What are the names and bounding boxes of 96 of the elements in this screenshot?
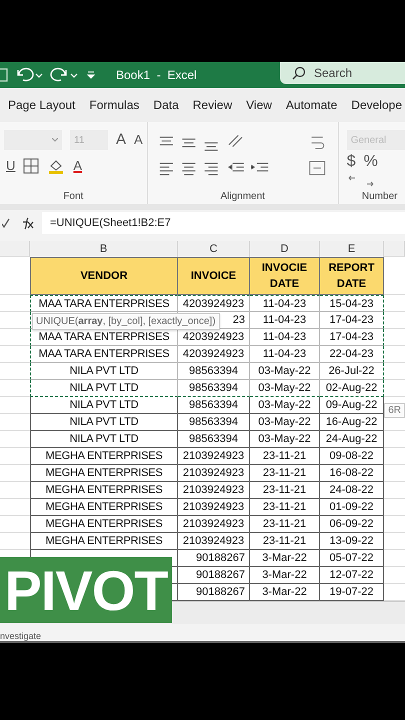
table-cell: 2103924923: [178, 533, 250, 550]
size-tooltip: 6R: [384, 403, 405, 418]
table-header-cell: REPORT DATE: [320, 257, 384, 295]
table-cell: NILA PVT LTD: [30, 414, 178, 431]
function-tooltip: UNIQUE(array, [by_col], [exactly_once]): [32, 313, 220, 330]
grow-font-button[interactable]: A: [116, 132, 126, 148]
table-cell: 23-11-21: [250, 533, 320, 550]
table-cell: MAA TARA ENTERPRISES: [30, 346, 178, 363]
table-cell: 03-May-22: [250, 414, 320, 431]
table-cell: MEGHA ENTERPRISES: [30, 448, 178, 465]
pivot-caption: PIVOT: [0, 557, 172, 623]
percent-button[interactable]: %: [364, 154, 378, 170]
table-cell: 01-09-22: [320, 499, 384, 516]
currency-button[interactable]: $: [346, 154, 356, 170]
table-cell: MAA TARA ENTERPRISES: [30, 295, 178, 312]
table-cell: 17-04-23: [320, 329, 384, 346]
table-cell: MEGHA ENTERPRISES: [30, 482, 178, 499]
status-text: nvestigate: [0, 631, 42, 641]
table-cell: MEGHA ENTERPRISES: [30, 499, 178, 516]
table-cell: MEGHA ENTERPRISES: [30, 533, 178, 550]
table-header-cell: VENDOR: [30, 257, 178, 295]
table-cell: 98563394: [178, 414, 250, 431]
group-label: Font: [62, 191, 84, 202]
ribbon-tab[interactable]: Review: [192, 98, 232, 112]
borders-icon[interactable]: [23, 158, 40, 174]
formula-field[interactable]: =UNIQUE(Sheet1!B2:E7: [42, 212, 405, 234]
table-cell: MEGHA ENTERPRISES: [30, 516, 178, 533]
table-cell: NILA PVT LTD: [30, 363, 178, 380]
table-cell: 16-Aug-22: [320, 414, 384, 431]
table-cell: 23-11-21: [250, 482, 320, 499]
table-cell: NILA PVT LTD: [30, 380, 178, 397]
table-cell: 03-May-22: [250, 397, 320, 414]
ribbon-tab[interactable]: Formulas: [89, 98, 140, 112]
table-cell: 16-08-22: [320, 465, 384, 482]
table-cell: 03-May-22: [250, 431, 320, 448]
font-color-button[interactable]: A: [73, 158, 82, 174]
table-cell: 98563394: [178, 397, 250, 414]
fill-color-icon[interactable]: [47, 158, 66, 174]
group-label: Number: [360, 191, 398, 202]
table-cell: 23-11-21: [250, 465, 320, 482]
table-cell: 06-09-22: [320, 516, 384, 533]
table-cell: 3-Mar-22: [250, 550, 320, 567]
table-cell: 24-Aug-22: [320, 431, 384, 448]
customize-icon[interactable]: [86, 70, 96, 80]
table-cell: 05-07-22: [320, 550, 384, 567]
ribbon-tab[interactable]: Automate: [286, 98, 338, 112]
table-cell: 90188267: [178, 567, 250, 584]
table-cell: 09-08-22: [320, 448, 384, 465]
ribbon-tab[interactable]: Data: [153, 98, 179, 112]
table-cell: 11-04-23: [250, 346, 320, 363]
table-cell: MEGHA ENTERPRISES: [30, 465, 178, 482]
table-cell: 22-04-23: [320, 346, 384, 363]
table-cell: 4203924923: [178, 346, 250, 363]
search-field[interactable]: Search: [280, 62, 405, 84]
table-header-cell: INVOICE: [178, 257, 250, 295]
redo-icon[interactable]: [50, 67, 80, 83]
table-cell: 26-Jul-22: [320, 363, 384, 380]
table-cell: 03-May-22: [250, 380, 320, 397]
table-cell: 11-04-23: [250, 312, 320, 329]
table-cell: 03-May-22: [250, 363, 320, 380]
ribbon-tab[interactable]: View: [246, 98, 272, 112]
table-cell: 2103924923: [178, 482, 250, 499]
table-cell: 90188267: [178, 550, 250, 567]
ribbon-tab[interactable]: Page Layout: [8, 98, 76, 112]
table-cell: 2103924923: [178, 516, 250, 533]
table-cell: NILA PVT LTD: [30, 431, 178, 448]
table-cell: 98563394: [178, 431, 250, 448]
table-cell: 13-09-22: [320, 533, 384, 550]
ribbon-tab[interactable]: Develope: [351, 98, 402, 112]
table-cell: 3-Mar-22: [250, 567, 320, 584]
table-cell: 11-04-23: [250, 329, 320, 346]
table-cell: 15-04-23: [320, 295, 384, 312]
table-cell: 4203924923: [178, 295, 250, 312]
table-cell: 24-08-22: [320, 482, 384, 499]
table-cell: 12-07-22: [320, 567, 384, 584]
table-cell: 98563394: [178, 380, 250, 397]
table-cell: 11-04-23: [250, 295, 320, 312]
table-cell: 2103924923: [178, 465, 250, 482]
table-cell: 2103924923: [178, 448, 250, 465]
underline-button[interactable]: U: [6, 158, 16, 174]
table-cell: 98563394: [178, 363, 250, 380]
table-cell: 02-Aug-22: [320, 380, 384, 397]
save-icon[interactable]: [0, 68, 8, 82]
table-cell: 17-04-23: [320, 312, 384, 329]
check-icon[interactable]: [2, 218, 10, 228]
table-header-cell: INVOCIE DATE: [250, 257, 320, 295]
table-cell: 23-11-21: [250, 499, 320, 516]
table-cell: 23-11-21: [250, 516, 320, 533]
search-icon: [292, 66, 306, 80]
group-label: Alignment: [219, 191, 266, 202]
table-cell: 23-11-21: [250, 448, 320, 465]
table-cell: 2103924923: [178, 499, 250, 516]
shrink-font-button[interactable]: A: [134, 132, 143, 148]
window-title: Book1 - Excel: [116, 68, 197, 82]
caret-icon: [52, 138, 58, 142]
table-cell: NILA PVT LTD: [30, 397, 178, 414]
